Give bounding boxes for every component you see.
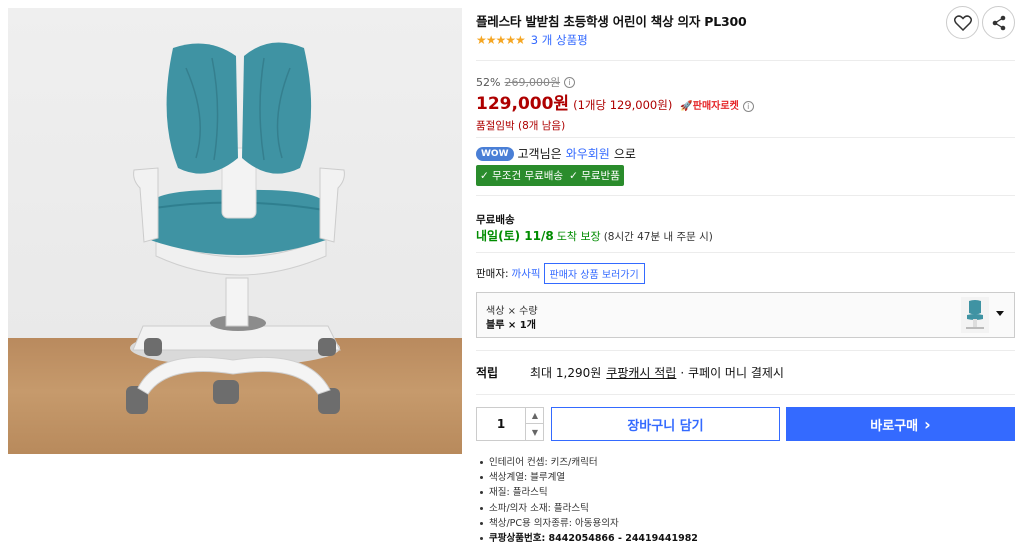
rocket-icon: 🚀 — [680, 101, 693, 112]
unit-price: (1개당 129,000원) — [573, 98, 673, 112]
stock-note: 품절임박 (8개 남음) — [476, 120, 566, 132]
points-max: 최대 1,290원 — [530, 366, 602, 380]
buy-now-button[interactable]: 바로구매 › — [786, 407, 1015, 441]
favorite-button[interactable] — [946, 6, 979, 39]
chevron-down-icon — [996, 311, 1004, 316]
spec-item: 인테리어 컨셉: 키즈/캐릭터 — [480, 455, 698, 470]
quantity-value[interactable]: 1 — [477, 408, 525, 440]
points-condition: · 쿠페이 머니 결제시 — [680, 366, 784, 380]
points-heading: 적립 — [476, 366, 499, 380]
buy-now-label: 바로구매 — [870, 418, 919, 434]
sale-price: 129,000원 — [476, 94, 570, 114]
option-thumbnail — [961, 297, 989, 333]
benefit-free-shipping: ✓ 무조건 무료배송 — [480, 170, 564, 182]
membership-row: WOW 고객님은 와우회원 으로 — [476, 145, 636, 162]
share-button[interactable] — [982, 6, 1015, 39]
divider — [476, 195, 1015, 196]
option-select[interactable]: 색상 × 수량 블루 × 1개 — [476, 292, 1015, 338]
share-icon — [992, 15, 1005, 30]
product-image[interactable] — [8, 8, 462, 454]
info-icon[interactable]: i — [742, 101, 754, 112]
quantity-down-button[interactable]: ▼ — [525, 424, 544, 440]
option-value: 블루 × 1개 — [486, 320, 536, 331]
heart-icon — [953, 14, 972, 31]
spec-item: 책상/PC용 의자종류: 아동용의자 — [480, 516, 698, 531]
free-shipping-badge: ✓ 무조건 무료배송 ✓ 무료반품 — [476, 165, 624, 186]
rating-summary[interactable]: ★★★★★ 3 개 상품평 — [476, 32, 588, 48]
shipping-heading: 무료배송 — [476, 214, 515, 226]
wow-member-link[interactable]: 와우회원 — [566, 145, 610, 162]
divider — [476, 60, 1015, 61]
seller-label: 판매자: — [476, 268, 509, 280]
delivery-date: 내일(토) 11/8 — [476, 229, 554, 243]
add-to-cart-button[interactable]: 장바구니 담기 — [551, 407, 780, 441]
discount-rate: 52% — [476, 75, 501, 89]
option-label: 색상 × 수량 — [486, 306, 538, 317]
points-row: 적립 최대 1,290원 쿠팡캐시 적립 · 쿠페이 머니 결제시 — [476, 364, 784, 381]
delivery-estimate: 내일(토) 11/8 도착 보장 (8시간 47분 내 주문 시) — [476, 227, 713, 244]
chevron-right-icon: › — [924, 414, 931, 434]
product-title: 플레스타 발받침 초등학생 어린이 책상 의자 PL300 — [476, 14, 747, 29]
seller-name-link[interactable]: 까사픽 — [512, 266, 541, 281]
divider — [476, 137, 1015, 138]
product-info-panel: 플레스타 발받침 초등학생 어린이 책상 의자 PL300 ★★★★★ 3 개 … — [476, 0, 1016, 557]
benefit-free-return: ✓ 무료반품 — [569, 170, 620, 182]
original-price: 269,000원 — [504, 76, 561, 89]
divider — [476, 394, 1015, 395]
membership-prefix: 고객님은 — [517, 147, 562, 161]
membership-suffix: 으로 — [613, 147, 636, 161]
divider — [476, 350, 1015, 351]
spec-item-product-number: 쿠팡상품번호: 8442054866 - 24419441982 — [480, 531, 698, 546]
rocket-badge: 🚀판매자로켓 — [680, 97, 738, 112]
seller-row: 판매자: 까사픽 판매자 상품 보러가기 — [476, 263, 645, 284]
seller-store-button[interactable]: 판매자 상품 보러가기 — [543, 263, 645, 284]
review-count-link[interactable]: 3 개 상품평 — [531, 32, 588, 48]
info-icon[interactable]: i — [564, 76, 576, 88]
spec-item: 재질: 플라스틱 — [480, 485, 698, 500]
rocket-badge-label: 판매자로켓 — [692, 101, 739, 112]
wow-badge: WOW — [476, 146, 514, 161]
coupang-cash-link[interactable]: 쿠팡캐시 적립 — [606, 364, 676, 381]
quantity-stepper[interactable]: 1 ▲ ▼ — [476, 407, 544, 441]
spec-item: 소파/의자 소재: 플라스틱 — [480, 501, 698, 516]
spec-list: 인테리어 컨셉: 키즈/캐릭터 색상계열: 블루계열 재질: 플라스틱 소파/의… — [480, 455, 698, 546]
delivery-guarantee: 도착 보장 — [556, 230, 601, 243]
quantity-up-button[interactable]: ▲ — [525, 408, 544, 424]
divider — [476, 252, 1015, 253]
chair-illustration — [126, 42, 345, 414]
rating-stars: ★★★★★ — [476, 33, 526, 47]
price-row: 129,000원 (1개당 129,000원) 🚀판매자로켓 i — [476, 89, 754, 114]
delivery-cutoff: (8시간 47분 내 주문 시) — [603, 231, 713, 243]
discount-row: 52% 269,000원 i — [476, 74, 576, 90]
spec-item: 색상계열: 블루계열 — [480, 470, 698, 485]
